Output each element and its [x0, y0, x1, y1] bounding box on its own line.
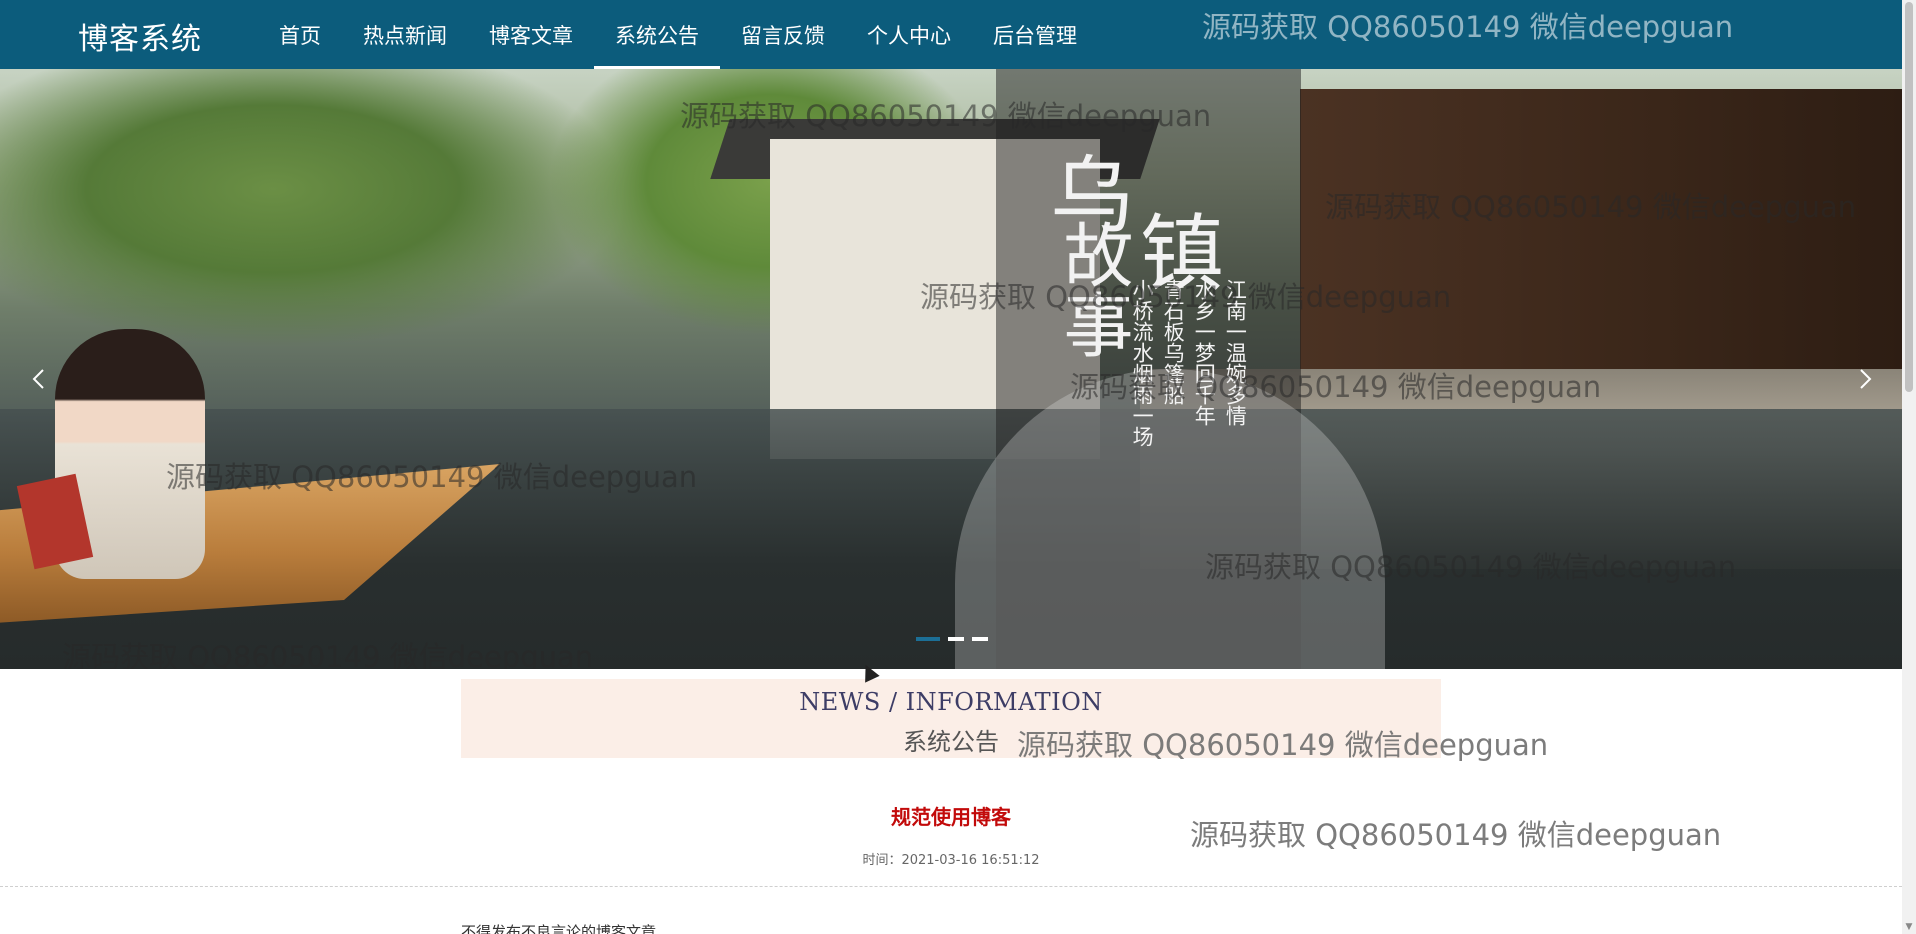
section-title-en: NEWS / INFORMATION [799, 688, 1103, 716]
watermark-text: 源码获取 QQ86050149 微信deepguan [680, 99, 1212, 133]
article-body: 不得发布不良言论的博客文章 [461, 923, 657, 934]
banner-carousel[interactable]: 乌 镇 故事 江南一温婉多情 水乡一梦回千年 青石板乌篷船 小桥流水烟雨一场 源… [0, 69, 1902, 669]
watermark-text: 源码获取 QQ86050149 微信deepguan [1017, 728, 1549, 762]
chevron-right-icon [1860, 369, 1872, 389]
article-time-label: 时间： [862, 853, 902, 868]
carousel-dot[interactable] [916, 637, 940, 641]
watermark-text: 源码获取 QQ86050149 微信deepguan [1190, 818, 1722, 852]
nav-item-announcements[interactable]: 系统公告 [594, 0, 720, 69]
watermark-text: 源码获取 QQ86050149 微信deepguan [1070, 370, 1602, 404]
site-brand[interactable]: 博客系统 [78, 14, 202, 58]
watermark-text: 源码获取 QQ86050149 微信deepguan [1325, 190, 1857, 224]
article-divider [0, 886, 1902, 887]
banner-poem: 江南一温婉多情 水乡一梦回千年 青石板乌篷船 小桥流水烟雨一场 [1130, 279, 1248, 669]
scroll-down-icon[interactable]: ▼ [1902, 920, 1916, 934]
banner-poem-line: 水乡一梦回千年 [1192, 279, 1217, 426]
watermark-text: 源码获取 QQ86050149 微信deepguan [920, 280, 1452, 314]
nav-item-home[interactable]: 首页 [258, 0, 342, 69]
watermark-text: 源码获取 QQ86050149 微信deepguan [166, 460, 698, 494]
carousel-indicators [916, 637, 988, 641]
banner-poem-line: 青石板乌篷船 [1161, 279, 1186, 405]
watermark-text: 源码获取 QQ86050149 微信deepguan [1205, 550, 1737, 584]
banner-poem-line: 小桥流水烟雨一场 [1130, 279, 1155, 447]
article-time-value: 2021-03-16 16:51:12 [901, 853, 1040, 868]
main-nav: 首页 热点新闻 博客文章 系统公告 留言反馈 个人中心 后台管理 [258, 0, 1098, 69]
watermark-text: 源码获取 QQ86050149 微信deepguan [1202, 10, 1734, 44]
banner-poem-line: 江南一温婉多情 [1223, 279, 1248, 426]
scrollbar-thumb[interactable] [1905, 2, 1913, 392]
nav-item-feedback[interactable]: 留言反馈 [720, 0, 846, 69]
nav-item-profile[interactable]: 个人中心 [846, 0, 972, 69]
carousel-prev-button[interactable] [8, 349, 68, 409]
chevron-left-icon [32, 369, 44, 389]
article-time: 时间：2021-03-16 16:51:12 [0, 849, 1902, 868]
carousel-next-button[interactable] [1836, 349, 1896, 409]
carousel-dot[interactable] [948, 637, 964, 641]
nav-item-hot-news[interactable]: 热点新闻 [342, 0, 468, 69]
nav-item-blog-articles[interactable]: 博客文章 [468, 0, 594, 69]
nav-item-admin[interactable]: 后台管理 [972, 0, 1098, 69]
watermark-text: 源码获取 QQ86050149 微信deepguan [62, 640, 594, 669]
carousel-dot[interactable] [972, 637, 988, 641]
